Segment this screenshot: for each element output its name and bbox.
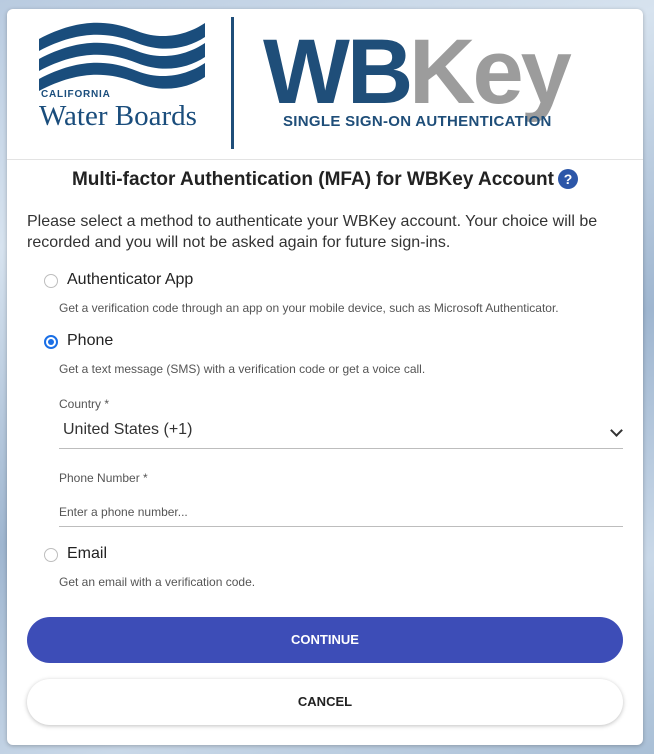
cancel-button[interactable]: CANCEL [27, 679, 623, 725]
option-label-phone[interactable]: Phone [67, 332, 113, 350]
page-title: Multi-factor Authentication (MFA) for WB… [7, 169, 643, 191]
page-title-text: Multi-factor Authentication (MFA) for WB… [71, 169, 554, 190]
radio-email[interactable] [44, 548, 58, 562]
phone-number-label: Phone Number * [59, 471, 148, 485]
country-select[interactable]: United States (+1) [59, 418, 623, 449]
phone-number-input[interactable] [59, 497, 623, 527]
mfa-card: CALIFORNIA Water Boards WB Key SINGLE SI… [7, 9, 643, 745]
option-label-authenticator-app[interactable]: Authenticator App [67, 271, 193, 289]
intro-text: Please select a method to authenticate y… [27, 213, 598, 251]
option-desc-email: Get an email with a verification code. [59, 575, 256, 589]
header: CALIFORNIA Water Boards WB Key SINGLE SI… [7, 9, 643, 160]
brand-subtitle: SINGLE SIGN-ON AUTHENTICATION [283, 113, 552, 130]
chevron-down-icon [610, 424, 623, 437]
logo-water-boards-text: Water Boards [39, 100, 197, 132]
radio-authenticator-app[interactable] [44, 274, 58, 288]
header-divider [231, 17, 234, 149]
water-boards-logo-waves [39, 22, 205, 91]
brand-key-text: Key [409, 21, 572, 123]
help-icon[interactable]: ? [558, 169, 578, 189]
country-select-value: United States (+1) [63, 421, 193, 438]
continue-button[interactable]: CONTINUE [27, 617, 623, 663]
option-desc-authenticator-app: Get a verification code through an app o… [59, 301, 559, 315]
radio-phone[interactable] [44, 335, 58, 349]
logo-california-text: CALIFORNIA [41, 89, 111, 100]
country-label: Country * [59, 397, 110, 411]
option-label-email[interactable]: Email [67, 545, 107, 563]
option-desc-phone: Get a text message (SMS) with a verifica… [59, 362, 426, 376]
brand-wb-text: WB [263, 21, 413, 123]
